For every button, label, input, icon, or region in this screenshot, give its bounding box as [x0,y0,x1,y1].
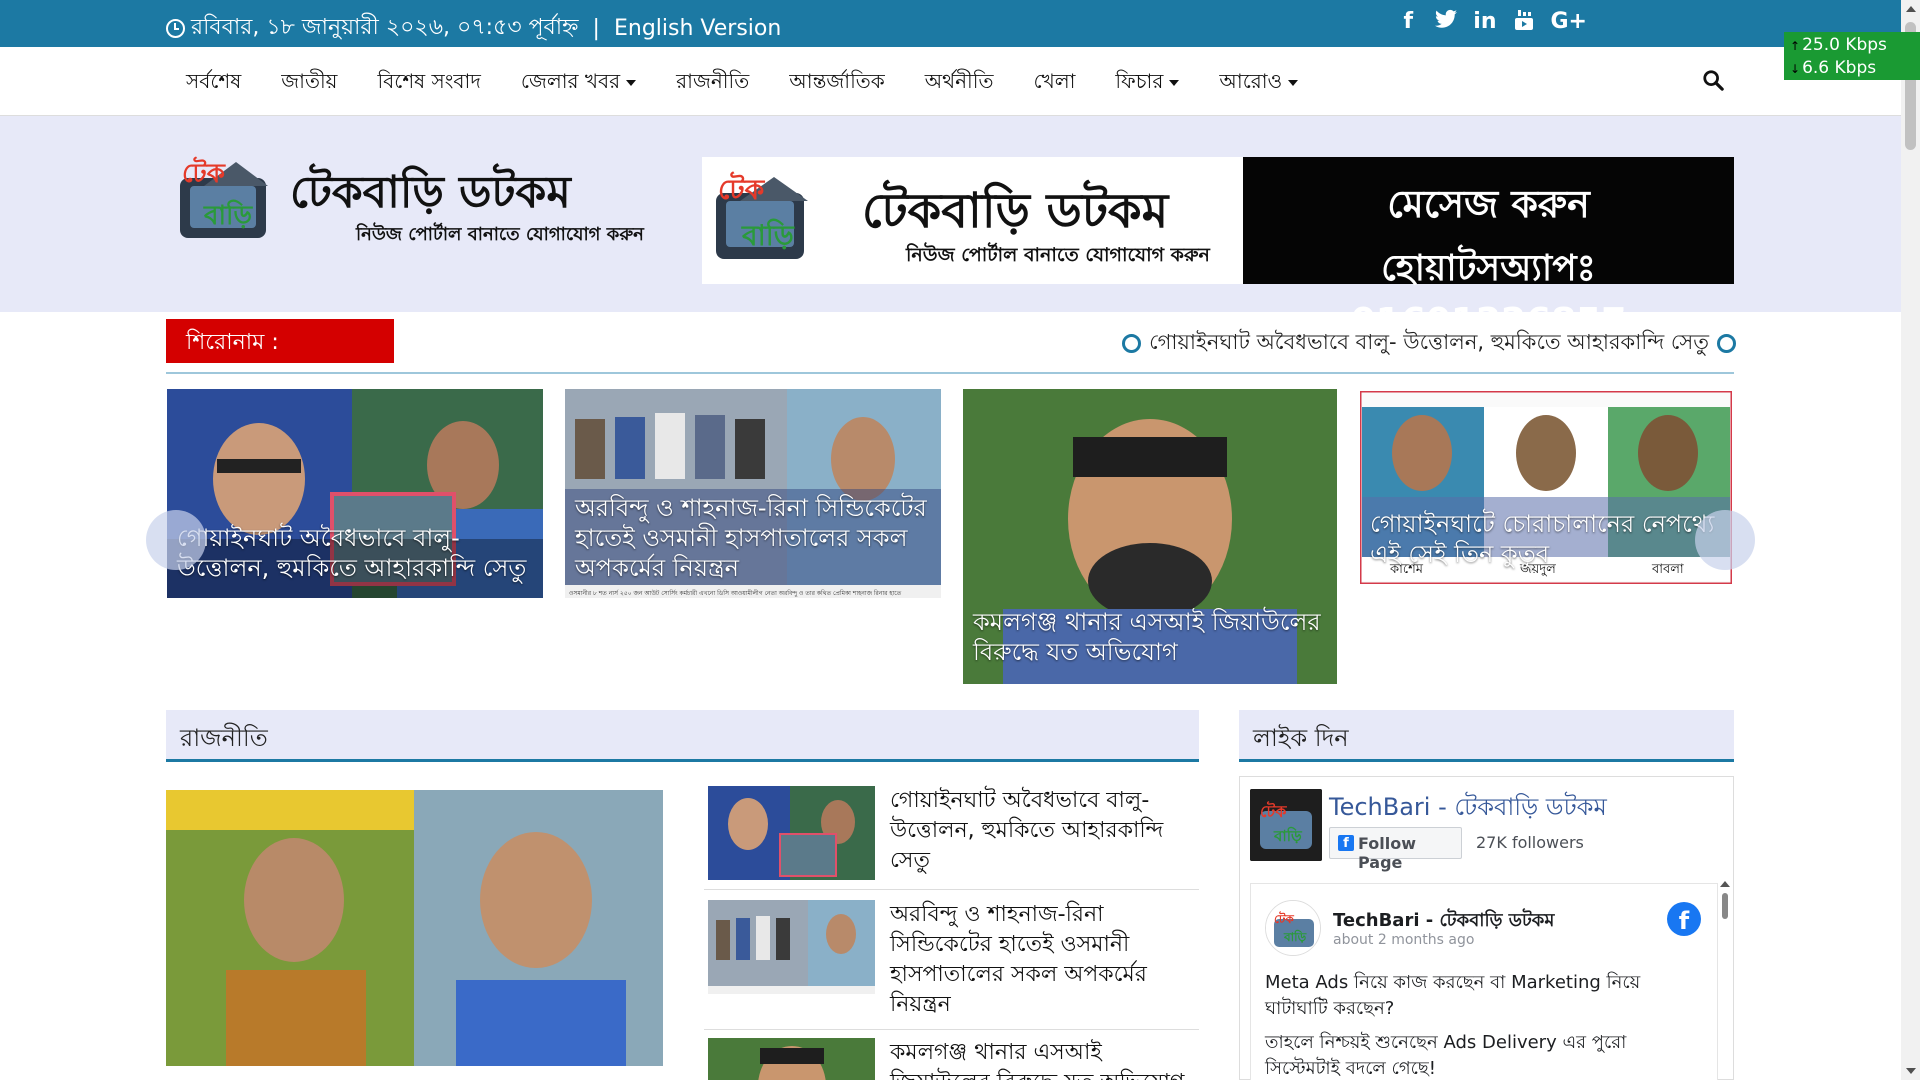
scroll-up-icon[interactable] [1906,6,1916,12]
ad-message-text: মেসেজ করুন [1387,182,1590,226]
list-thumbnail[interactable] [708,1038,875,1080]
slider-caption[interactable]: অরবিন্দু ও শাহনাজ-রিনা সিন্ডিকেটের হাতেই… [575,493,931,583]
chevron-down-icon [626,79,637,86]
slider-caption[interactable]: গোয়াইনঘাট অবৈধভাবে বালু- উত্তোলন, হুমকি… [177,523,533,583]
download-arrow-icon: ↓ [1790,62,1801,76]
download-speed: 6.6 Kbps [1802,58,1877,78]
twitter-icon[interactable] [1435,9,1458,37]
fb-page-name[interactable]: TechBari - টেকবাড়ি ডটকম [1329,789,1607,829]
nav-menu: সর্বশেষ জাতীয় বিশেষ সংবাদ জেলার খবর রাজ… [166,67,1318,100]
slider-caption[interactable]: গোয়াইনঘাটে চোরাচালানের নেপথ্যে এই সেই ত… [1370,509,1722,569]
ticker-headline[interactable]: গোয়াইনঘাট অবৈধভাবে বালু- উত্তোলন, হুমকি… [1122,326,1736,361]
svg-text:টেক: টেক [182,156,226,189]
nav-item-sports[interactable]: খেলা [1013,67,1095,100]
follow-page-button[interactable]: Follow Page [1329,827,1462,872]
main-nav: সর্বশেষ জাতীয় বিশেষ সংবাদ জেলার খবর রাজ… [0,47,1901,116]
top-bar: রবিবার, ১৮ জানুয়ারী ২০২৬, ০৭:৫৩ পূর্বাহ… [0,0,1901,47]
network-speed-widget: ↑ 25.0 Kbps ↓ 6.6 Kbps [1784,32,1920,80]
divider [166,372,1734,374]
page-scrollbar[interactable] [1901,0,1920,1080]
nav-item-latest[interactable]: সর্বশেষ [166,67,261,100]
fb-post: টেক বাড়ি TechBari - টেকবাড়ি ডটকম about … [1250,883,1718,1080]
linkedin-icon[interactable]: in [1473,9,1496,37]
section-heading-like: লাইক দিন [1239,710,1734,762]
list-item[interactable]: কমলগঞ্জ থানার এসআই জিয়াউলের বিরুদ্ধে যত… [704,1038,1199,1080]
scroll-down-icon[interactable] [1906,1068,1916,1074]
svg-text:টেক: টেক [1274,911,1294,926]
social-links: f in G+ [1397,9,1588,37]
facebook-icon[interactable]: f [1667,902,1701,936]
page-logo[interactable]: টেক বাড়ি [1250,789,1322,861]
slider-prev-button[interactable] [146,510,206,570]
post-text: Meta Ads নিয়ে কাজ করছেন বা Marketing নি… [1265,972,1641,1079]
slider-card[interactable]: ওসমানীর ৮ শত নার্স ২৫০ জন আউট সোর্সিং কর… [565,389,941,598]
svg-text:নিউজ পোর্টাল বানাতে যোগাযোগ কর: নিউজ পোর্টাল বানাতে যোগাযোগ করুন [905,242,1211,266]
widget-scrollbar[interactable] [1719,879,1731,1077]
svg-text:টেক: টেক [718,171,766,206]
nav-item-special[interactable]: বিশেষ সংবাদ [357,67,500,100]
svg-text:বাড়ি: বাড়ি [1273,826,1303,845]
slider-card[interactable]: কাশেম জয়দুল বাবলা গোয়াইনঘাটে চোরাচালান… [1360,391,1732,584]
list-item-title[interactable]: অরবিন্দু ও শাহনাজ-রিনা সিন্ডিকেটের হাতেই… [890,900,1190,1020]
chevron-down-icon [1288,79,1299,86]
list-item-title[interactable]: কমলগঞ্জ থানার এসআই জিয়াউলের বিরুদ্ধে যত… [890,1038,1190,1080]
date-display: রবিবার, ১৮ জানুয়ারী ২০২৬, ০৭:৫৩ পূর্বাহ… [166,10,781,47]
fb-header: টেক বাড়ি TechBari - টেকবাড়ি ডটকম Follow… [1240,777,1733,877]
clock-icon [166,19,185,38]
slider-card[interactable]: গোয়াইনঘাট অবৈধভাবে বালু- উত্তোলন, হুমকি… [167,389,543,598]
nav-item-district[interactable]: জেলার খবর [501,67,656,100]
ad-banner-contact[interactable]: মেসেজ করুন হোয়াটসঅ্যাপঃ 01601226857 [1243,157,1734,342]
nav-item-feature[interactable]: ফিচার [1095,67,1199,100]
slider-card[interactable]: কমলগঞ্জ থানার এসআই জিয়াউলের বিরুদ্ধে যত… [963,389,1337,684]
svg-text:বাড়ি: বাড়ি [1283,929,1307,944]
slider-next-button[interactable] [1695,510,1755,570]
facebook-icon[interactable]: f [1397,9,1419,37]
list-item-title[interactable]: গোয়াইনঘাট অবৈধভাবে বালু- উত্তোলন, হুমকি… [890,786,1190,876]
list-item[interactable]: অরবিন্দু ও শাহনাজ-রিনা সিন্ডিকেটের হাতেই… [704,900,1199,1030]
post-time[interactable]: about 2 months ago [1333,932,1474,948]
youtube-icon[interactable] [1513,9,1535,37]
upload-arrow-icon: ↑ [1790,39,1801,53]
svg-text:টেকবাড়ি ডটকম: টেকবাড়ি ডটকম [290,163,572,218]
nav-item-economy[interactable]: অর্থনীতি [905,67,1014,100]
nav-item-international[interactable]: আন্তর্জাতিক [769,67,905,100]
ticker-label: শিরোনাম : [166,319,394,363]
follower-count: 27K followers [1476,833,1584,852]
search-icon[interactable] [1702,69,1724,91]
svg-text:টেক: টেক [1260,801,1287,821]
section-heading-politics: রাজনীতি [166,710,1199,762]
list-thumbnail[interactable] [708,900,875,994]
date-text: রবিবার, ১৮ জানুয়ারী ২০২৬, ০৭:৫৩ পূর্বাহ… [191,15,579,40]
svg-text:বাড়ি: বাড়ি [741,218,795,252]
slider-caption[interactable]: কমলগঞ্জ থানার এসআই জিয়াউলের বিরুদ্ধে যত… [973,607,1327,667]
list-item[interactable]: গোয়াইনঘাট অবৈধভাবে বালু- উত্তোলন, হুমকি… [704,786,1199,890]
chevron-down-icon [1169,79,1180,86]
nav-item-national[interactable]: জাতীয় [261,67,357,100]
bullet-icon [1122,334,1142,353]
site-logo[interactable]: টেক বাড়ি টেকবাড়ি ডটকম নিউজ পোর্টাল বান… [176,152,656,248]
google-plus-icon[interactable]: G+ [1551,9,1588,37]
avatar[interactable]: টেক বাড়ি [1265,900,1321,956]
svg-text:নিউজ পোর্টাল বানাতে যোগাযোগ কর: নিউজ পোর্টাল বানাতে যোগাযোগ করুন [355,222,645,245]
svg-text:টেকবাড়ি ডটকম: টেকবাড়ি ডটকম [862,179,1171,239]
nav-item-politics[interactable]: রাজনীতি [656,67,769,100]
separator: | [592,16,600,41]
lead-image[interactable] [166,790,663,1066]
upload-speed: 25.0 Kbps [1802,35,1887,55]
english-version-link[interactable]: English Version [614,16,781,41]
facebook-page-widget: টেক বাড়ি TechBari - টেকবাড়ি ডটকম Follow… [1239,776,1734,1080]
bullet-icon [1717,334,1736,353]
page: রবিবার, ১৮ জানুয়ারী ২০২৬, ০৭:৫৩ পূর্বাহ… [0,0,1920,1080]
svg-text:ওসমানীর ৮ শত নার্স ২৫০ জন আউট: ওসমানীর ৮ শত নার্স ২৫০ জন আউট সোর্সিং কর… [569,589,902,597]
list-thumbnail[interactable] [708,786,875,880]
nav-item-more[interactable]: আরোও [1199,67,1318,100]
svg-text:বাড়ি: বাড়ি [203,199,253,231]
